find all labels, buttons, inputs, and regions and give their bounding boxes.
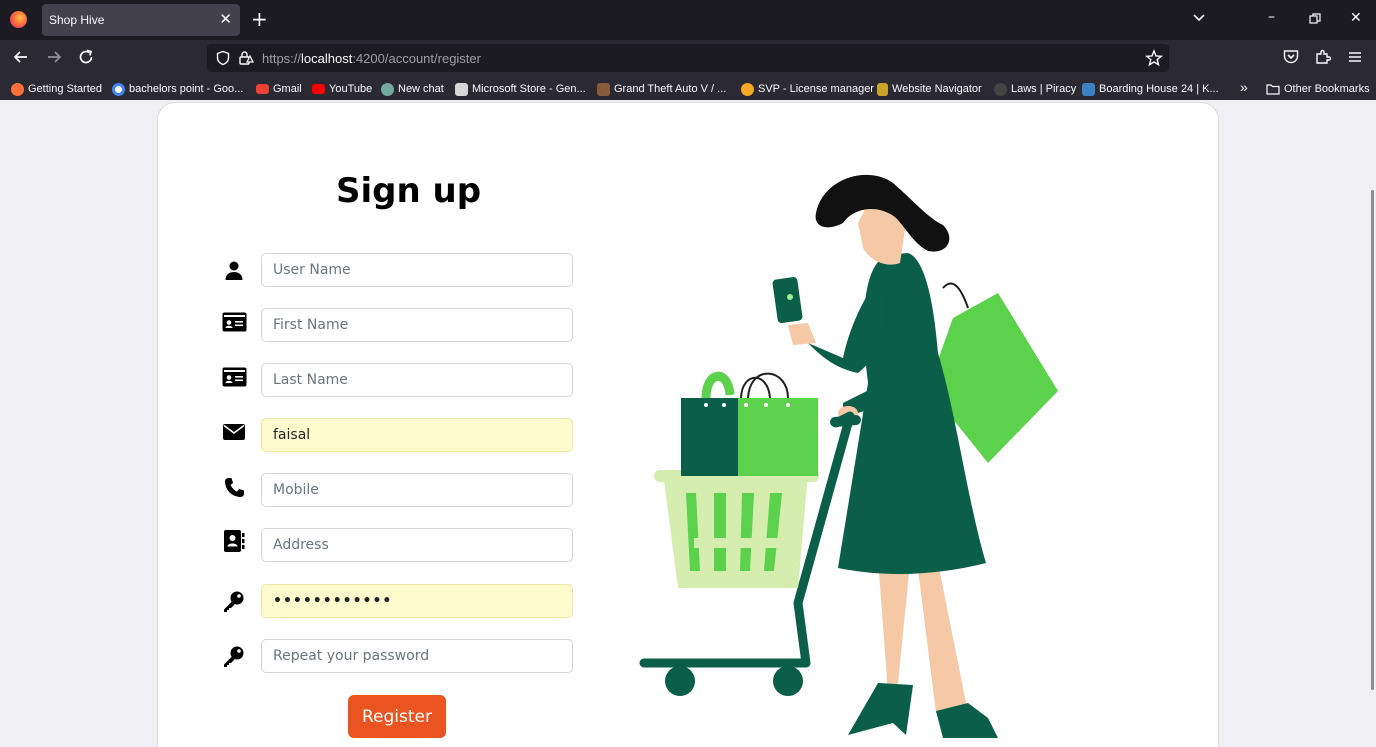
tab-shop-hive[interactable]: Shop Hive ✕ (42, 4, 240, 36)
firefox-logo-icon (10, 11, 27, 28)
bookmark-label: Getting Started (28, 83, 102, 95)
star-icon[interactable] (1145, 49, 1163, 67)
store-icon (455, 82, 468, 96)
address-bar[interactable]: https://localhost:4200/account/register (207, 44, 1169, 72)
envelope-icon (223, 424, 245, 440)
bookmark-label: Grand Theft Auto V / ... (614, 83, 727, 95)
back-icon[interactable] (12, 48, 30, 66)
navigator-icon (877, 82, 888, 96)
page-scrollbar[interactable] (1371, 190, 1374, 690)
bookmark-new-chat[interactable]: New chat (381, 81, 444, 97)
bookmark-label: Website Navigator (892, 83, 982, 95)
bookmark-label: bachelors point - Goo... (129, 83, 244, 95)
menu-icon[interactable] (1346, 48, 1364, 66)
repeat-password-field[interactable] (261, 639, 573, 673)
key-icon (224, 591, 244, 612)
gmail-icon (256, 84, 269, 94)
close-icon[interactable]: ✕ (219, 10, 232, 28)
shield-icon[interactable] (215, 50, 231, 66)
restore-icon[interactable] (1309, 13, 1321, 25)
bookmark-website-navigator[interactable]: Website Navigator (877, 81, 982, 97)
signup-card: Sign up User Name First Name Last Name f… (157, 102, 1219, 747)
folder-icon (1266, 84, 1280, 95)
id-card-icon (222, 312, 247, 332)
bookmark-gta[interactable]: Grand Theft Auto V / ... (597, 81, 726, 97)
svp-icon (741, 82, 754, 96)
register-button[interactable]: Register (348, 695, 446, 738)
tab-bar: Shop Hive ✕ + – ✕ (0, 0, 1376, 40)
user-icon (225, 261, 243, 280)
bookmark-label: YouTube (329, 83, 373, 95)
youtube-icon (312, 84, 325, 94)
google-icon (112, 82, 125, 96)
lock-warning-icon[interactable] (237, 49, 255, 67)
close-window-icon[interactable]: ✕ (1350, 10, 1362, 26)
nav-bar: https://localhost:4200/account/register (0, 40, 1376, 76)
password-field[interactable] (261, 584, 573, 618)
url-scheme: https:// (262, 51, 302, 66)
more-bookmarks-icon[interactable]: » (1240, 79, 1248, 95)
bookmark-bachelors-point[interactable]: bachelors point - Goo... (112, 81, 243, 97)
new-tab-icon[interactable]: + (251, 8, 268, 30)
other-bookmarks[interactable]: Other Bookmarks (1266, 81, 1370, 97)
shopping-woman-illustration (639, 174, 1058, 738)
bookmark-youtube[interactable]: YouTube (312, 81, 372, 97)
bookmark-microsoft-store[interactable]: Microsoft Store - Gen... (455, 81, 586, 97)
forward-icon[interactable] (45, 48, 63, 66)
url-host: localhost (301, 51, 353, 66)
pocket-icon[interactable] (1282, 48, 1300, 66)
bookmark-label: Boarding House 24 | K... (1099, 83, 1219, 95)
bookmark-label: SVP - License manager (758, 83, 874, 95)
bookmark-svp[interactable]: SVP - License manager (741, 81, 874, 97)
page-title: Sign up (336, 171, 482, 211)
bookmark-label: Laws | Piracy (1011, 83, 1077, 95)
bookmark-label: New chat (398, 83, 444, 95)
url-path: :4200/account/register (352, 51, 481, 66)
pirate-icon (994, 82, 1007, 96)
chevron-down-icon[interactable] (1192, 11, 1206, 25)
mobile-field[interactable] (261, 473, 573, 507)
id-card-icon (222, 367, 247, 387)
address-field[interactable] (261, 528, 573, 562)
bookmark-laws-piracy[interactable]: Laws | Piracy (994, 81, 1076, 97)
email-field[interactable] (261, 418, 573, 452)
username-field[interactable] (261, 253, 573, 287)
firefox-icon (11, 82, 24, 96)
reload-icon[interactable] (77, 48, 95, 66)
address-book-icon (224, 530, 245, 552)
first-name-field[interactable] (261, 308, 573, 342)
other-bookmarks-label: Other Bookmarks (1284, 83, 1370, 95)
minimize-icon[interactable]: – (1268, 9, 1275, 25)
tab-title: Shop Hive (49, 13, 105, 27)
bookmark-label: Gmail (273, 83, 302, 95)
extensions-icon[interactable] (1314, 48, 1332, 66)
key-icon (224, 646, 244, 667)
bookmark-label: Microsoft Store - Gen... (472, 83, 586, 95)
phone-icon (225, 478, 244, 497)
last-name-field[interactable] (261, 363, 573, 397)
chatgpt-icon (381, 82, 394, 96)
page-viewport: Sign up User Name First Name Last Name f… (0, 100, 1376, 747)
bookmark-gmail[interactable]: Gmail (256, 81, 302, 97)
gta-icon (597, 82, 610, 96)
bookmarks-bar: Getting Started bachelors point - Goo...… (0, 76, 1376, 100)
boarding-house-icon (1082, 82, 1095, 96)
bookmark-boarding-house[interactable]: Boarding House 24 | K... (1082, 81, 1219, 97)
url-text[interactable]: https://localhost:4200/account/register (262, 51, 481, 66)
bookmark-getting-started[interactable]: Getting Started (11, 81, 102, 97)
